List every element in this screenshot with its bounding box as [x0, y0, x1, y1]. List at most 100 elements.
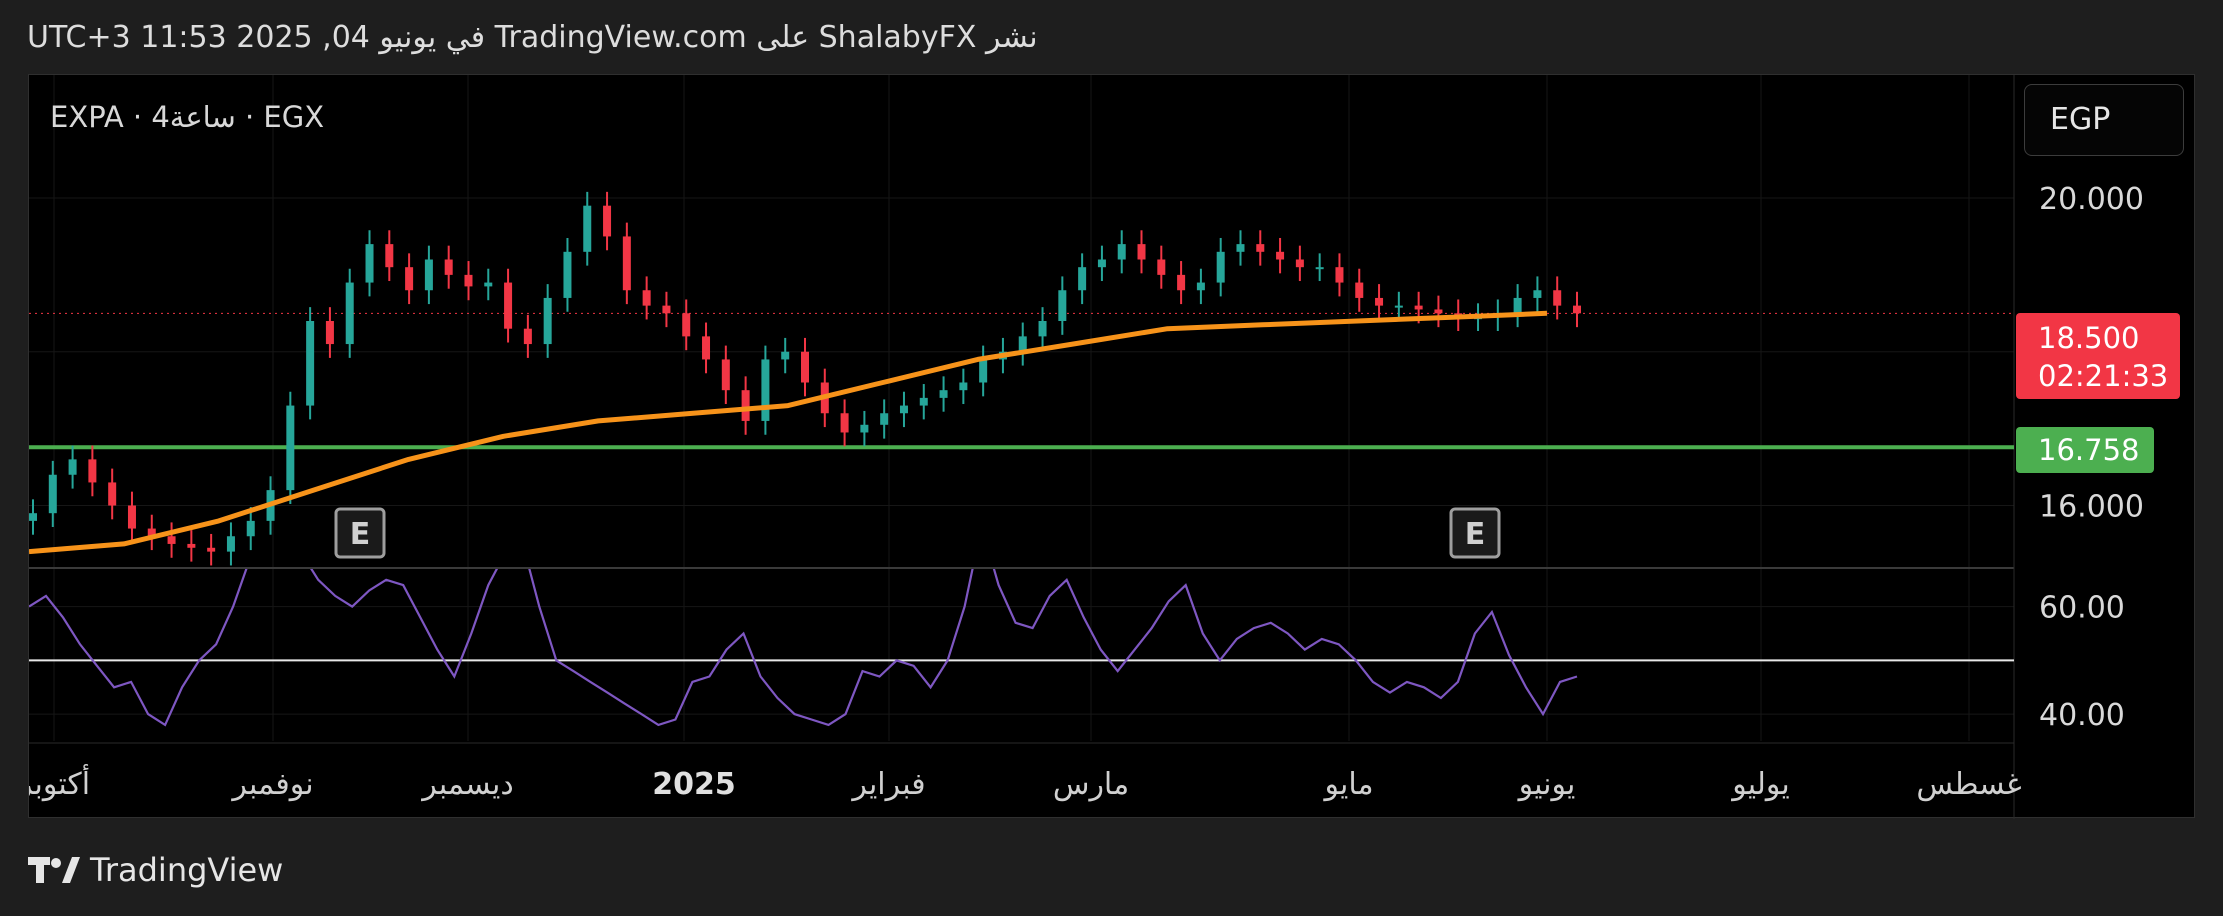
candle-body [48, 474, 57, 514]
candle-body [899, 405, 908, 414]
candle-body [1157, 259, 1166, 275]
candle-body [1375, 297, 1384, 306]
candle-body [919, 397, 928, 406]
candle-body [1533, 290, 1542, 298]
candle-body [207, 547, 216, 552]
candle-body [761, 359, 770, 421]
candle-body [860, 424, 869, 433]
candle-body [464, 274, 473, 287]
candle-body [523, 328, 532, 345]
candle-body [959, 382, 968, 391]
candle-body [721, 359, 730, 391]
last-price-value: 18.500 [2038, 321, 2140, 355]
candle-body [108, 482, 117, 506]
candle-body [167, 536, 176, 544]
time-axis-tick: يوليو [1730, 767, 1790, 802]
tradingview-logo-icon [28, 857, 80, 883]
candle-body [1355, 282, 1364, 298]
candle-body [306, 321, 315, 406]
candle-body [1276, 251, 1285, 260]
horizontal-level-tag: 16.758 [2016, 427, 2154, 473]
rsi-line [29, 569, 1578, 727]
rsi-axis-tick: 40.00 [2039, 698, 2125, 733]
candle-body [840, 413, 849, 433]
tradingview-logo[interactable]: TradingView [28, 848, 283, 892]
time-axis-tick: أكتوبر [29, 763, 90, 802]
candle-body [444, 259, 453, 275]
candle-body [1058, 290, 1067, 321]
candle-body [682, 313, 691, 337]
candle-body [246, 520, 255, 537]
candle-body [286, 405, 295, 491]
earnings-marker-label: E [350, 517, 371, 552]
candle-body [1414, 305, 1423, 310]
candle-body [781, 351, 790, 360]
candle-body [583, 205, 592, 252]
candle-body [325, 321, 334, 345]
candle-body [1335, 267, 1344, 283]
time-axis-tick: 2025 [652, 767, 736, 802]
price-axis-tick: 16.000 [2039, 490, 2144, 525]
candle-body [741, 390, 750, 421]
candle-body [603, 205, 612, 237]
candle-body [1038, 321, 1047, 337]
brand-text: TradingView [90, 851, 284, 889]
time-axis-tick: يونيو [1517, 767, 1576, 802]
candle-body [1315, 267, 1324, 270]
time-axis-tick: نوفمبر [230, 767, 313, 802]
symbol-label[interactable]: EXPA · 4ساعة · EGX [50, 100, 324, 134]
candle-body [642, 290, 651, 306]
candle-body [939, 390, 948, 398]
candle-body [1295, 259, 1304, 268]
time-axis-tick: مايو [1322, 767, 1373, 802]
candle-body [563, 251, 572, 298]
candle-body [543, 297, 552, 345]
last-price-tag: 18.500 02:21:33 [2016, 313, 2180, 399]
candle-body [1137, 244, 1146, 260]
candle-body [385, 244, 394, 268]
time-axis-tick: غسطس [1916, 767, 2021, 802]
candle-body [1177, 274, 1186, 291]
candle-body [880, 413, 889, 425]
publish-caption: نشر ShalabyFX على TradingView.com في يون… [27, 20, 1038, 55]
candle-body [1117, 244, 1126, 260]
candle-body [1513, 297, 1522, 314]
candle-body [1434, 309, 1443, 314]
chart-frame[interactable]: E E 20.000 16.000 60.00 40.00 أكتوبر نوفمبر ديسم… [28, 74, 2196, 819]
candle-body [1097, 259, 1106, 268]
candle-body [801, 351, 809, 383]
time-axis-tick: مارس [1053, 767, 1129, 802]
candle-body [1256, 244, 1265, 252]
candle-body [365, 244, 374, 283]
candle-body [702, 336, 711, 360]
candle-body [662, 305, 671, 314]
candle-body [226, 536, 235, 552]
chart-canvas[interactable]: E E 20.000 16.000 60.00 40.00 أكتوبر نوفمبر ديسم… [29, 75, 2196, 819]
bar-countdown: 02:21:33 [2038, 359, 2169, 393]
candle-body [187, 543, 196, 548]
candle-body [1573, 305, 1581, 314]
candle-body [424, 259, 433, 291]
time-axis-tick: فبراير [850, 767, 925, 802]
candle-body [1078, 267, 1087, 291]
candle-body [504, 282, 513, 329]
price-axis-tick: 20.000 [2039, 182, 2144, 217]
moving-average-line [29, 310, 1548, 555]
candle-body [1216, 251, 1225, 283]
time-axis-tick: ديسمبر [420, 767, 513, 802]
rsi-axis-tick: 60.00 [2039, 591, 2125, 626]
candle-body [979, 359, 988, 383]
candle-body [1394, 305, 1403, 308]
candle-body [345, 282, 354, 345]
candle-body [1236, 244, 1245, 252]
candle-body [1553, 290, 1562, 306]
candle-body [68, 459, 77, 475]
candle-body [127, 505, 136, 529]
currency-selector[interactable]: EGP [2024, 84, 2184, 156]
earnings-marker-label: E [1465, 517, 1486, 552]
candle-body [405, 267, 414, 291]
candle-body [622, 236, 631, 291]
candle-body [1196, 282, 1205, 291]
candle-body [29, 513, 37, 521]
candle-body [484, 282, 493, 287]
